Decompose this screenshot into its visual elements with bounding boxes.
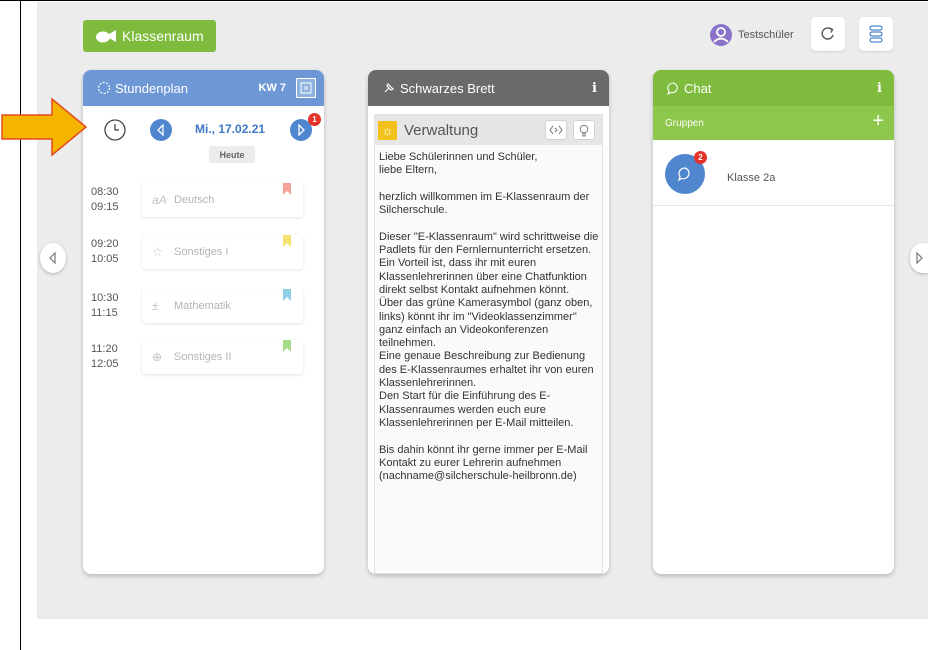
read-aloud-button[interactable]: [545, 120, 567, 140]
chevron-left-icon: [49, 252, 56, 264]
lesson-row[interactable]: 11:20 12:05 ⊕ Sonstiges II: [83, 340, 324, 380]
chat-bubble-icon: [677, 167, 690, 182]
bookmark-icon: [283, 183, 291, 195]
chevron-left-icon: [157, 124, 164, 136]
user-name: Testschüler: [738, 29, 794, 41]
chat-group-name: Klasse 2a: [727, 172, 776, 184]
post-text: Liebe Schülerinnen und Schüler, liebe El…: [379, 151, 599, 483]
frame-border-top: [0, 0, 928, 1]
bookmark-icon: [283, 289, 291, 301]
menu-button[interactable]: [859, 17, 893, 51]
week-label: KW 7: [258, 82, 287, 94]
lesson-subject: Deutsch: [174, 194, 215, 206]
chevron-right-icon: [916, 252, 923, 264]
info-icon[interactable]: i: [592, 81, 597, 96]
refresh-button[interactable]: [811, 17, 845, 51]
annotation-arrow-icon: [1, 97, 88, 157]
bookmark-icon: [283, 340, 291, 352]
prev-panel-button[interactable]: [40, 243, 66, 273]
lesson-time: 08:30 09:15: [91, 186, 119, 213]
user-menu[interactable]: Testschüler: [710, 24, 794, 46]
groups-bar: Gruppen +: [653, 106, 894, 140]
lesson-card[interactable]: ± Mathematik: [142, 289, 303, 323]
math-icon: ±: [152, 299, 159, 313]
lesson-time: 09:20 10:05: [91, 238, 119, 265]
verwaltung-board: ☼ Verwaltung Liebe Schülerinnen und Schü…: [374, 114, 603, 574]
lesson-subject: Mathematik: [174, 300, 231, 312]
chat-header: Chat i: [653, 70, 894, 106]
info-icon[interactable]: i: [877, 81, 882, 96]
camera-icon: [96, 30, 116, 43]
unread-badge: 2: [694, 151, 707, 164]
chat-card: Chat i Gruppen + 2 Klasse 2a: [653, 70, 894, 574]
clock-icon[interactable]: [103, 118, 127, 142]
next-panel-button[interactable]: [910, 243, 928, 273]
audio-icon: [549, 125, 563, 135]
refresh-icon: [821, 27, 834, 40]
stundenplan-title: Stundenplan: [115, 80, 189, 96]
verwaltung-header: ☼ Verwaltung: [375, 115, 602, 145]
chat-bubble-icon: [667, 81, 678, 95]
verwaltung-title: Verwaltung: [404, 121, 479, 139]
lesson-row[interactable]: 09:20 10:05 ☆ Sonstiges I: [83, 235, 324, 275]
sun-icon: ☼: [378, 120, 397, 140]
current-date: Mi., 17.02.21: [195, 122, 266, 136]
lesson-subject: Sonstiges I: [174, 246, 229, 258]
next-day-badge: 1: [308, 113, 321, 126]
lesson-time: 11:20 12:05: [91, 343, 119, 370]
lesson-card[interactable]: ⊕ Sonstiges II: [142, 340, 303, 374]
lesson-time: 10:30 11:15: [91, 292, 119, 319]
groups-label: Gruppen: [665, 117, 704, 129]
hint-button[interactable]: [573, 120, 595, 140]
stundenplan-card: Stundenplan KW 7 Mi., 17.02.21 1 Heute 0…: [83, 70, 324, 574]
globe-icon: ⊕: [152, 350, 163, 364]
lesson-row[interactable]: 08:30 09:15 aA Deutsch: [83, 183, 324, 223]
calendar-icon: [300, 82, 312, 94]
stack-menu-icon: [869, 25, 883, 43]
today-button[interactable]: Heute: [209, 146, 255, 163]
lightbulb-icon: [579, 124, 589, 136]
chevron-right-icon: [298, 124, 305, 136]
date-navigation: Mi., 17.02.21 1: [83, 113, 324, 142]
star-icon: ☆: [152, 245, 163, 259]
brand-label: Klassenraum: [122, 28, 204, 44]
lesson-row[interactable]: 10:30 11:15 ± Mathematik: [83, 289, 324, 329]
lesson-subject: Sonstiges II: [174, 351, 232, 363]
text-icon: aA: [152, 193, 167, 207]
week-picker-button[interactable]: [296, 78, 316, 98]
lesson-card[interactable]: ☆ Sonstiges I: [142, 235, 303, 269]
bookmark-icon: [283, 235, 291, 247]
screenshot-frame: Klassenraum Testschüler Stundenplan KW 7…: [0, 0, 928, 650]
schedule-icon: [97, 81, 111, 95]
schwarzes-brett-title: Schwarzes Brett: [400, 80, 495, 96]
schwarzes-brett-card: Schwarzes Brett i ☼ Verwaltung Liebe Sch…: [368, 70, 609, 574]
chat-group-row[interactable]: 2 Klasse 2a: [653, 140, 894, 206]
add-group-icon[interactable]: +: [872, 110, 884, 133]
klassenraum-button[interactable]: Klassenraum: [83, 20, 216, 52]
stundenplan-header: Stundenplan KW 7: [83, 70, 324, 106]
schwarzes-brett-header: Schwarzes Brett i: [368, 70, 609, 106]
chat-title: Chat: [684, 80, 712, 96]
prev-day-button[interactable]: [150, 119, 172, 141]
pin-icon: [384, 82, 395, 93]
user-avatar-icon: [710, 24, 732, 46]
lesson-card[interactable]: aA Deutsch: [142, 183, 303, 217]
